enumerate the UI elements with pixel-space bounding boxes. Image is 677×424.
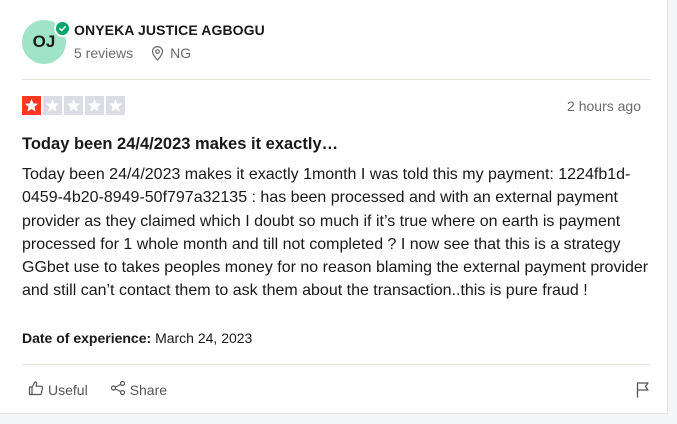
star-rating: [22, 96, 125, 115]
share-icon: [110, 380, 126, 399]
experience-label: Date of experience:: [22, 330, 152, 346]
star-empty-icon: [64, 96, 83, 115]
date-of-experience: Date of experience: March 24, 2023: [22, 330, 252, 346]
star-filled-icon: [22, 96, 41, 115]
reviewer-meta: 5 reviews NG: [74, 45, 191, 61]
share-button[interactable]: Share: [110, 380, 167, 399]
useful-label: Useful: [48, 381, 88, 398]
review-actions: Useful Share: [28, 380, 167, 399]
review-body: Today been 24/4/2023 makes it exactly 1m…: [22, 166, 649, 300]
avatar-initials: OJ: [32, 32, 56, 51]
star-empty-icon: [85, 96, 104, 115]
review-title[interactable]: Today been 24/4/2023 makes it exactly…: [22, 135, 338, 154]
reviews-count: 5 reviews: [74, 45, 134, 61]
verified-check-icon: [54, 20, 71, 37]
useful-button[interactable]: Useful: [28, 380, 88, 399]
header-divider: [22, 79, 651, 80]
thumbs-up-icon: [28, 380, 44, 399]
flag-icon[interactable]: [635, 381, 651, 398]
experience-date: March 24, 2023: [155, 330, 253, 346]
location-pin-icon: [151, 45, 164, 61]
review-card: OJ ONYEKA JUSTICE AGBOGU 5 reviews NG 2 …: [0, 0, 668, 414]
reviewer-country: NG: [170, 45, 192, 61]
share-label: Share: [129, 381, 168, 398]
reviewer-header: OJ ONYEKA JUSTICE AGBOGU 5 reviews NG: [22, 18, 652, 66]
star-empty-icon: [106, 96, 125, 115]
review-date: 2 hours ago: [567, 98, 641, 114]
star-empty-icon: [43, 96, 62, 115]
footer-divider: [22, 364, 651, 365]
reviewer-name[interactable]: ONYEKA JUSTICE AGBOGU: [74, 22, 265, 38]
